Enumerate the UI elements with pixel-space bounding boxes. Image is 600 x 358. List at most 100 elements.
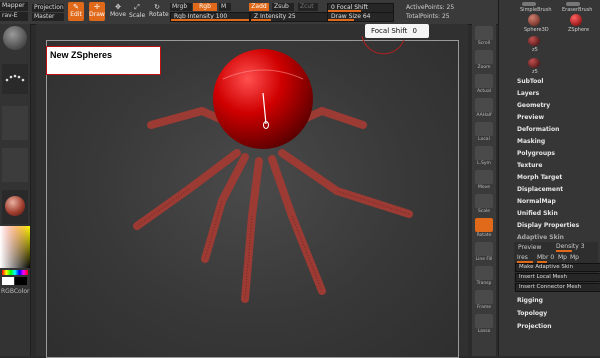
main-color-swatch[interactable] [2,277,14,285]
zadd-label: Zadd [251,3,267,10]
alpha-thumbnail[interactable] [2,106,28,140]
menu-geometry[interactable]: Geometry [517,102,550,109]
local-button[interactable] [475,122,493,136]
scroll-button[interactable] [475,26,493,40]
zcut-button[interactable]: Zcut [298,3,318,11]
linefill-button[interactable] [475,242,493,256]
brush-thumbnail[interactable] [3,26,27,50]
stroke-thumbnail[interactable] [2,64,28,94]
left-shelf: RGBColor [0,24,31,356]
draw-size-slider[interactable]: Draw Size 64 [327,12,394,22]
rgb-button[interactable]: Rgb [193,3,217,11]
insert-connector-mesh-button[interactable]: Insert Connector Mesh [515,283,600,292]
simplebrush-thumbnail[interactable] [522,2,536,6]
scale-view-button[interactable] [475,194,493,208]
mrgb-button[interactable]: Mrgb [170,3,192,11]
move-button[interactable]: ✥ Move [110,2,126,21]
z5-thumbnail-2[interactable] [528,58,540,68]
lsym-label: L.Sym [477,161,491,166]
mapper-sub-button[interactable]: rav-E [0,12,28,21]
zadd-button[interactable]: Zadd [249,3,269,11]
menu-preview[interactable]: Preview [517,114,544,121]
density-slider[interactable]: Density 3 [556,243,585,250]
menu-topology[interactable]: Topology [517,310,547,317]
draw-size-fill [328,19,354,21]
transp-button[interactable] [475,266,493,280]
insert-local-mesh-button[interactable]: Insert Local Mesh [515,273,600,282]
projection-master-button[interactable]: Projection [32,4,64,12]
scale-button[interactable]: ⤢ Scale [129,2,145,21]
frame-label: Frame [476,305,492,310]
brush-ring-icon [361,35,405,55]
aahalf-button[interactable] [475,98,493,112]
mp2-button[interactable]: Mp [570,254,579,261]
mp-button[interactable]: Mp [558,254,567,261]
limb-right-2 [278,149,341,195]
adaptive-preview-button[interactable]: Preview [518,244,541,251]
m-label: M [221,3,227,10]
menu-unified-skin[interactable]: Unified Skin [517,210,558,217]
lsym-button[interactable] [475,146,493,160]
menu-layers[interactable]: Layers [517,90,539,97]
sphere3d-thumbnail[interactable] [528,14,540,26]
hue-strip[interactable] [2,270,28,275]
ires-slider[interactable]: Ires [517,254,528,261]
mbr-slider[interactable]: Mbr 0 [537,254,554,261]
menu-deformation[interactable]: Deformation [517,126,559,133]
z-intensity-slider[interactable]: Z Intensity 25 [250,12,330,22]
canvas-area[interactable] [46,40,459,358]
menu-rigging[interactable]: Rigging [517,297,543,304]
zsphere-thumbnail[interactable] [570,14,582,26]
secondary-color-swatch[interactable] [15,277,27,285]
menu-subtool[interactable]: SubTool [517,78,543,85]
mrgb-label: Mrgb [172,3,188,10]
menu-masking[interactable]: Masking [517,138,545,145]
total-points-readout: TotalPoints: 25 [406,13,450,20]
linefill-label: Line Fill [475,257,493,262]
move-view-button[interactable] [475,170,493,184]
rgb-label: Rgb [199,3,211,10]
transp-label: Transp [476,281,492,286]
z5-thumbnail-1[interactable] [528,36,540,46]
rotate-view-button[interactable] [475,218,493,232]
lasso-button[interactable] [475,314,493,328]
zoom-button[interactable] [475,50,493,64]
limb-upper-right-tip [318,107,367,129]
material-thumbnail[interactable] [2,190,28,224]
scroll-label: Scroll [477,41,491,46]
move-icon: ✥ [115,3,121,11]
mapper-sub-label: rav-E [2,12,18,19]
mapper-button[interactable]: Mapper [0,2,28,11]
move-view-label: Move [477,185,491,190]
menu-adaptive-skin[interactable]: Adaptive Skin [517,234,564,241]
eraserbrush-label: EraserBrush [562,7,593,13]
zsub-button[interactable]: Zsub [272,3,294,11]
m-button[interactable]: M [219,3,231,11]
menu-normalmap[interactable]: NormalMap [517,198,556,205]
menu-texture[interactable]: Texture [517,162,542,169]
rotate-button[interactable]: ↻ Rotate [149,2,169,21]
projection-sub-label: Master [34,13,55,20]
note-title: New ZSpheres [50,50,113,60]
draw-button[interactable]: ✛ Draw [89,2,105,21]
projection-master-sub[interactable]: Master [32,13,64,21]
material-sphere-icon [5,196,25,216]
texture-thumbnail[interactable] [2,148,28,182]
rgb-color-label: RGBColor [1,288,30,295]
eraserbrush-thumbnail[interactable] [566,2,580,6]
menu-projection[interactable]: Projection [517,323,551,330]
menu-polygroups[interactable]: Polygroups [517,150,555,157]
actual-button[interactable] [475,74,493,88]
color-picker[interactable] [0,226,30,268]
rotate-icon: ↻ [154,3,160,11]
make-adaptive-skin-button[interactable]: Make Adaptive Skin [515,263,600,272]
frame-button[interactable] [475,290,493,304]
menu-displacement[interactable]: Displacement [517,186,563,193]
edit-button[interactable]: ✎ Edit [68,2,84,21]
menu-display-properties[interactable]: Display Properties [517,222,579,229]
menu-morph-target[interactable]: Morph Target [517,174,562,181]
sphere3d-label: Sphere3D [524,27,549,33]
scale-view-label: Scale [477,209,491,214]
rgb-intensity-slider[interactable]: Rgb Intensity 100 [170,12,250,22]
scale-icon: ⤢ [134,3,140,11]
